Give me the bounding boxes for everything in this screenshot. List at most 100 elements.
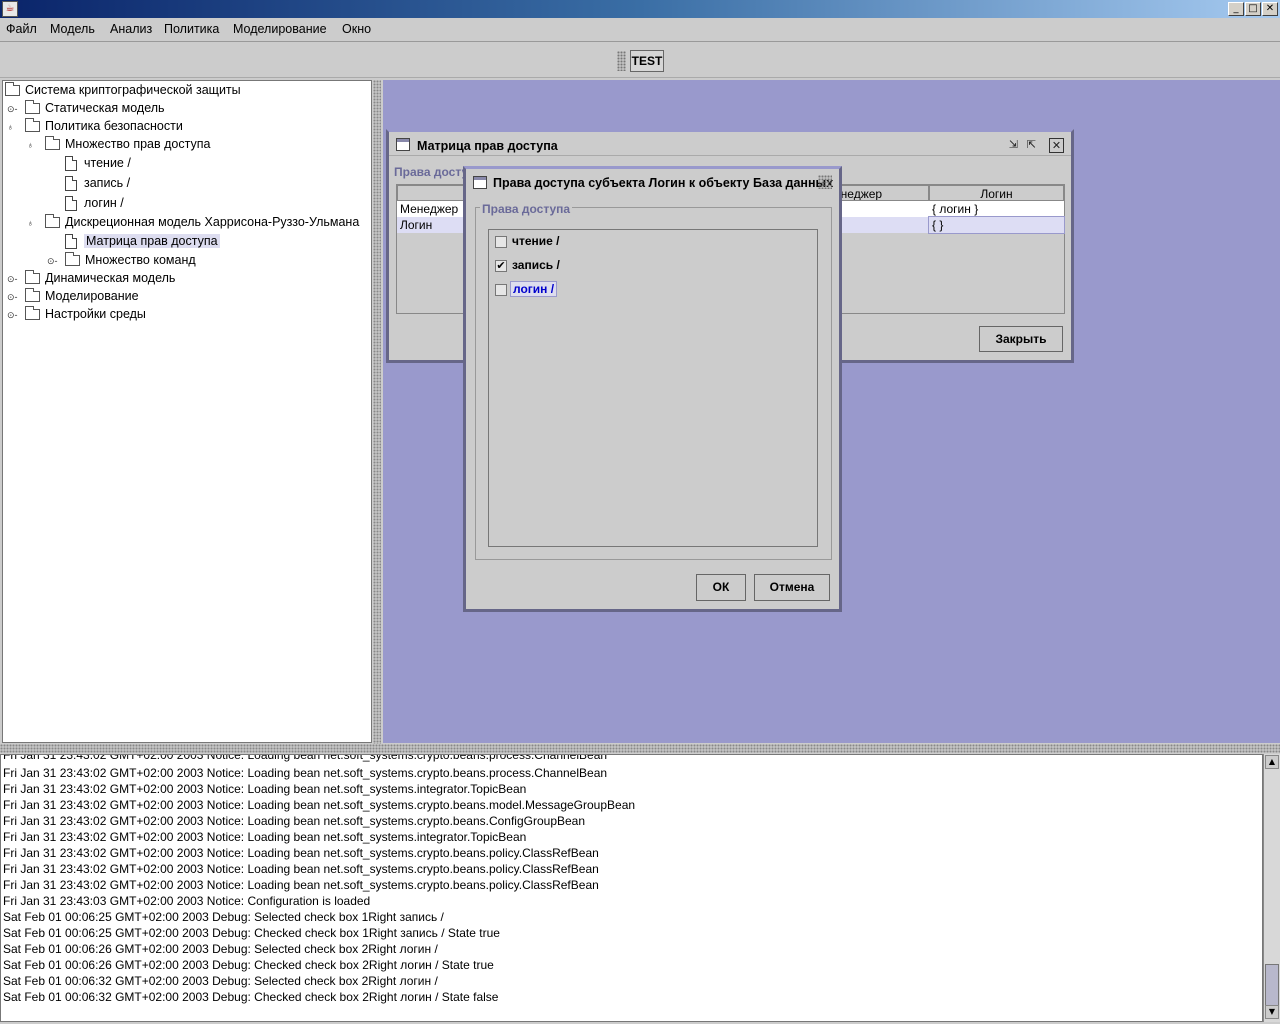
menu-window[interactable]: Окно xyxy=(342,22,371,36)
iconify-icon[interactable]: ⇲ xyxy=(1006,138,1021,153)
folder-open-icon xyxy=(45,136,60,150)
log-line: Sat Feb 01 00:06:25 GMT+02:00 2003 Debug… xyxy=(3,926,500,940)
checkbox-read[interactable] xyxy=(495,236,507,248)
log-line: Fri Jan 31 23:43:02 GMT+02:00 2003 Notic… xyxy=(3,830,527,844)
log-line: Sat Feb 01 00:06:25 GMT+02:00 2003 Debug… xyxy=(3,910,444,924)
permission-label: чтение / xyxy=(512,234,560,248)
folder-icon xyxy=(65,252,80,266)
model-tree[interactable]: Система криптографической защиты ⊙- Стат… xyxy=(2,80,372,743)
tree-node-label: Политика безопасности xyxy=(45,119,183,133)
row-subject-manager[interactable]: Менеджер xyxy=(397,201,469,217)
rights-group-legend: Права доступа xyxy=(480,202,573,216)
cancel-button[interactable]: Отмена xyxy=(754,574,830,601)
tree-node-label: Дискреционная модель Харрисона-Руззо-Уль… xyxy=(65,215,360,229)
close-window-button[interactable]: ✕ xyxy=(1262,2,1278,16)
close-icon[interactable]: ✕ xyxy=(1049,138,1064,153)
table-cell[interactable] xyxy=(829,217,929,233)
tree-node-label: Система криптографической защиты xyxy=(25,83,241,97)
vertical-splitter[interactable] xyxy=(373,80,381,744)
table-cell-login-login[interactable]: { } xyxy=(928,216,1065,234)
scroll-down-icon[interactable]: ▼ xyxy=(1265,1005,1279,1019)
maximize-button[interactable]: □ xyxy=(1245,2,1261,16)
log-scrollbar[interactable]: ▲ ▼ xyxy=(1263,754,1280,1022)
expand-handle-icon[interactable]: ⊙- xyxy=(7,104,21,114)
tree-node-label: Статическая модель xyxy=(45,101,165,115)
menu-analysis[interactable]: Анализ xyxy=(110,22,152,36)
folder-icon xyxy=(5,82,20,96)
rights-legend: Права досту xyxy=(394,165,469,179)
table-cell-manager-login[interactable]: { логин } xyxy=(929,201,1064,217)
ok-button[interactable]: ОК xyxy=(696,574,746,601)
permission-label: запись / xyxy=(512,258,560,272)
checkbox-write[interactable]: ✔ xyxy=(495,260,507,272)
dialog-title-bar[interactable]: Права доступа субъекта Логин к объекту Б… xyxy=(466,169,839,194)
document-icon xyxy=(65,176,77,191)
folder-open-icon xyxy=(25,118,40,132)
collapse-handle-icon[interactable]: ♁ xyxy=(7,122,21,132)
log-line: Fri Jan 31 23:43:02 GMT+02:00 2003 Notic… xyxy=(3,862,599,876)
toolbar: TEST xyxy=(0,42,1280,78)
document-icon xyxy=(65,156,77,171)
expand-handle-icon[interactable]: ⊙- xyxy=(47,256,61,266)
access-rights-dialog: Права доступа субъекта Логин к объекту Б… xyxy=(463,166,842,612)
horizontal-splitter[interactable] xyxy=(0,744,1280,753)
menu-modeling[interactable]: Моделирование xyxy=(233,22,327,36)
collapse-handle-icon[interactable]: ♁ xyxy=(27,218,41,228)
maximize-icon[interactable]: ⇱ xyxy=(1024,138,1039,153)
window-title-bar: ☕ _ □ ✕ xyxy=(0,0,1280,18)
menu-file[interactable]: Файл xyxy=(6,22,37,36)
folder-icon xyxy=(25,270,40,284)
tree-node-label: Множество прав доступа xyxy=(65,137,211,151)
log-line: Fri Jan 31 23:43:02 GMT+02:00 2003 Notic… xyxy=(3,846,599,860)
folder-icon xyxy=(25,306,40,320)
log-panel[interactable]: Fri Jan 31 23:43:02 GMT+02:00 2003 Notic… xyxy=(0,754,1263,1022)
log-line: Fri Jan 31 23:43:02 GMT+02:00 2003 Notic… xyxy=(3,798,636,812)
expand-handle-icon[interactable]: ⊙- xyxy=(7,292,21,302)
log-line: Sat Feb 01 00:06:32 GMT+02:00 2003 Debug… xyxy=(3,974,438,988)
log-line: Fri Jan 31 23:43:02 GMT+02:00 2003 Notic… xyxy=(3,814,586,828)
tree-node-label: чтение / xyxy=(84,156,131,170)
frame-icon xyxy=(473,176,487,189)
checkbox-login[interactable] xyxy=(495,284,507,296)
column-header-manager[interactable]: енеджер xyxy=(829,185,929,201)
permissions-list: чтение / ✔ запись / логин / xyxy=(488,229,818,547)
document-icon xyxy=(65,234,77,249)
log-line: Fri Jan 31 23:43:03 GMT+02:00 2003 Notic… xyxy=(3,894,371,908)
log-line: Sat Feb 01 00:06:26 GMT+02:00 2003 Debug… xyxy=(3,942,438,956)
scroll-up-icon[interactable]: ▲ xyxy=(1265,755,1279,769)
row-subject-login[interactable]: Логин xyxy=(397,217,469,233)
log-line: Fri Jan 31 23:43:02 GMT+02:00 2003 Notic… xyxy=(3,782,527,796)
tree-node-label: запись / xyxy=(84,176,131,190)
column-header-empty[interactable] xyxy=(397,185,469,201)
log-line: Fri Jan 31 23:43:02 GMT+02:00 2003 Notic… xyxy=(3,766,608,780)
java-app-icon[interactable]: ☕ xyxy=(2,1,18,17)
test-button[interactable]: TEST xyxy=(630,50,664,72)
log-line: Sat Feb 01 00:06:32 GMT+02:00 2003 Debug… xyxy=(3,990,499,1004)
toolbar-grip[interactable] xyxy=(617,51,626,71)
tree-node-label: Множество команд xyxy=(85,253,196,267)
minimize-button[interactable]: _ xyxy=(1228,2,1244,16)
table-cell[interactable] xyxy=(829,201,929,217)
document-icon xyxy=(65,196,77,211)
folder-icon xyxy=(25,100,40,114)
scroll-thumb[interactable] xyxy=(1265,964,1279,1006)
menu-model[interactable]: Модель xyxy=(50,22,95,36)
close-button[interactable]: Закрыть xyxy=(979,326,1063,352)
column-header-login[interactable]: Логин xyxy=(929,185,1064,201)
expand-handle-icon[interactable]: ⊙- xyxy=(7,274,21,284)
tree-node-label: логин / xyxy=(84,196,124,210)
dialog-grip[interactable] xyxy=(818,175,832,189)
frame-title: Матрица прав доступа xyxy=(417,139,558,153)
expand-handle-icon[interactable]: ⊙- xyxy=(7,310,21,320)
log-line: Fri Jan 31 23:43:02 GMT+02:00 2003 Notic… xyxy=(3,754,608,762)
dialog-title: Права доступа субъекта Логин к объекту Б… xyxy=(493,176,834,190)
frame-title-bar[interactable]: Матрица прав доступа ⇲ ⇱ ✕ xyxy=(389,132,1071,156)
log-line: Fri Jan 31 23:43:02 GMT+02:00 2003 Notic… xyxy=(3,878,599,892)
tree-node-label: Динамическая модель xyxy=(45,271,176,285)
menu-policy[interactable]: Политика xyxy=(164,22,219,36)
tree-node-label: Настройки среды xyxy=(45,307,146,321)
collapse-handle-icon[interactable]: ♁ xyxy=(27,140,41,150)
log-line: Sat Feb 01 00:06:26 GMT+02:00 2003 Debug… xyxy=(3,958,494,972)
menu-bar: Файл Модель Анализ Политика Моделировани… xyxy=(0,18,1280,42)
frame-icon xyxy=(396,138,410,151)
